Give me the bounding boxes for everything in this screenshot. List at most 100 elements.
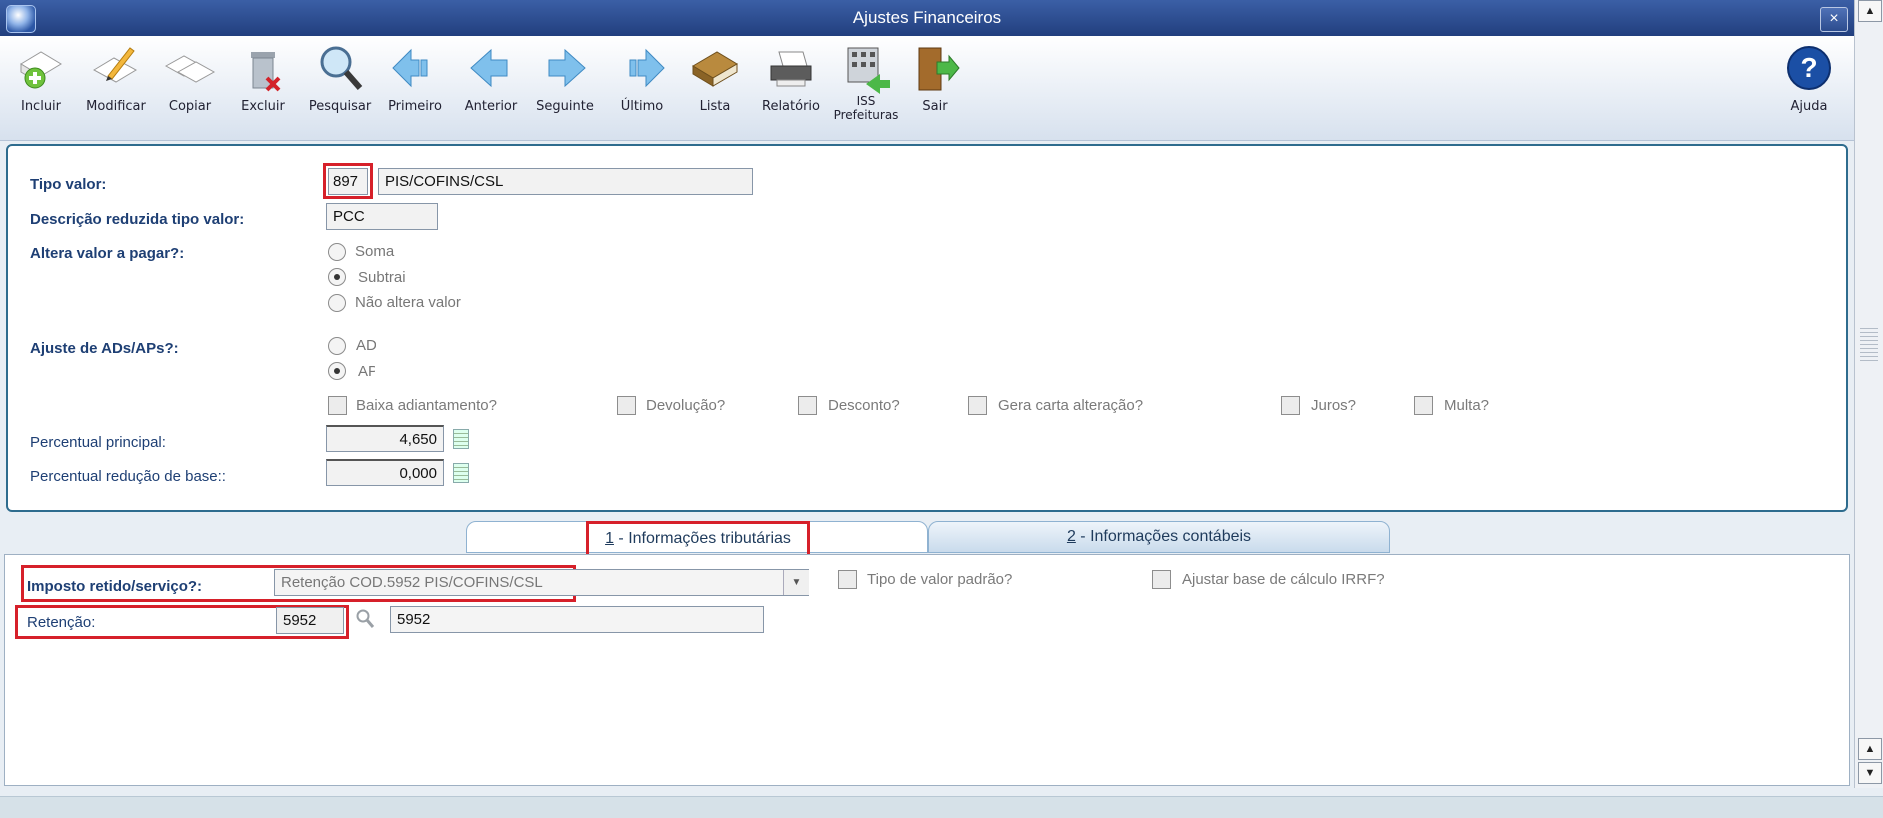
radio-ad[interactable] <box>328 337 346 355</box>
checkbox-desconto-label: Desconto? <box>828 397 900 414</box>
building-icon <box>847 47 890 94</box>
chevron-down-icon[interactable]: ▼ <box>783 570 809 595</box>
relatorio-button[interactable]: Relatório <box>752 44 830 134</box>
tipo-valor-description-field: PIS/COFINS/CSL <box>378 168 753 195</box>
iss-prefeituras-label: ISS Prefeituras <box>833 94 899 122</box>
svg-text:?: ? <box>1800 52 1817 83</box>
tab-2-label: - Informações contábeis <box>1075 528 1252 545</box>
pesquisar-label: Pesquisar <box>308 99 372 114</box>
tab-informacoes-contabeis[interactable]: 2 - Informações contábeis <box>928 521 1390 553</box>
primeiro-label: Primeiro <box>388 99 442 114</box>
radio-subtrai-label: Subtrai <box>358 269 406 286</box>
next-arrow-icon <box>548 48 586 88</box>
last-arrow-icon <box>629 48 665 88</box>
tab-1-label: - Informações tributárias <box>613 530 791 547</box>
retencao-description-field: 5952 <box>390 606 764 633</box>
ultimo-label: Último <box>620 99 664 114</box>
ajuste-ads-label: Ajuste de ADs/APs?: <box>30 340 179 357</box>
descricao-reduzida-input[interactable]: PCC <box>326 203 438 230</box>
calculator-icon[interactable] <box>453 463 469 483</box>
checkbox-devolucao[interactable] <box>617 396 636 415</box>
window-title: Ajustes Financeiros <box>852 8 1002 27</box>
incluir-button[interactable]: Incluir <box>2 44 80 134</box>
copy-documents-icon <box>164 55 216 83</box>
ajuda-label: Ajuda <box>1790 99 1828 114</box>
tab-2-key: 2 <box>1066 528 1076 545</box>
retencao-label: Retenção: <box>27 614 96 631</box>
radio-nao-altera[interactable] <box>328 294 346 312</box>
lista-label: Lista <box>699 99 731 114</box>
checkbox-multa[interactable] <box>1414 396 1433 415</box>
sair-button[interactable]: Sair <box>896 44 974 134</box>
close-button[interactable]: × <box>1820 7 1848 32</box>
percentual-reducao-input[interactable]: 0,000 <box>326 459 444 486</box>
lookup-search-icon[interactable] <box>355 608 375 630</box>
copiar-label: Copiar <box>168 99 212 114</box>
percentual-principal-label: Percentual principal: <box>30 434 166 451</box>
vertical-scrollbar[interactable]: ▲ ▲ ▼ <box>1854 0 1883 788</box>
pesquisar-button[interactable]: Pesquisar <box>301 44 379 134</box>
checkbox-devolucao-label: Devolução? <box>646 397 726 414</box>
tab-1-highlight[interactable]: 1 - Informações tributárias <box>586 521 810 557</box>
sair-label: Sair <box>922 99 948 114</box>
checkbox-juros[interactable] <box>1281 396 1300 415</box>
seguinte-button[interactable]: Seguinte <box>526 44 604 134</box>
checkbox-multa-label: Multa? <box>1444 397 1490 414</box>
relatorio-label: Relatório <box>762 99 820 114</box>
percentual-reducao-label: Percentual redução de base:: <box>30 468 226 485</box>
printer-icon <box>770 51 812 87</box>
copiar-button[interactable]: Copiar <box>151 44 229 134</box>
status-bar <box>0 796 1883 818</box>
excluir-label: Excluir <box>241 99 285 114</box>
calculator-icon[interactable] <box>453 429 469 449</box>
ultimo-button[interactable]: Último <box>603 44 681 134</box>
radio-nao-altera-label: Não altera valor <box>355 294 461 311</box>
primeiro-button[interactable]: Primeiro <box>376 44 454 134</box>
ajuda-button[interactable]: ? Ajuda <box>1770 44 1848 134</box>
checkbox-desconto[interactable] <box>798 396 817 415</box>
imposto-retido-label: Imposto retido/serviço?: <box>27 578 203 595</box>
book-list-icon <box>692 51 738 87</box>
radio-ad-label: AD <box>356 337 376 354</box>
modificar-button[interactable]: Modificar <box>77 44 155 134</box>
magnifier-icon <box>320 46 363 90</box>
edit-document-icon <box>92 47 138 83</box>
tab-1-key: 1 <box>605 530 614 547</box>
seguinte-label: Seguinte <box>536 99 594 114</box>
checkbox-gera-carta[interactable] <box>968 396 987 415</box>
altera-valor-label: Altera valor a pagar?: <box>30 245 185 262</box>
main-form-panel <box>6 144 1848 512</box>
radio-subtrai[interactable] <box>328 268 346 286</box>
radio-soma[interactable] <box>328 243 346 261</box>
incluir-label: Incluir <box>20 99 62 114</box>
checkbox-gera-carta-label: Gera carta alteração? <box>998 397 1144 414</box>
checkbox-ajustar-base[interactable] <box>1152 570 1171 589</box>
tipo-valor-code-input[interactable]: 897 <box>328 168 368 195</box>
scroll-grip[interactable] <box>1860 328 1878 364</box>
trash-delete-icon <box>251 52 281 92</box>
radio-ap-label: AP <box>358 363 375 380</box>
excluir-button[interactable]: Excluir <box>224 44 302 134</box>
help-question-icon: ? <box>1787 46 1831 90</box>
checkbox-tipo-valor-padrao-label: Tipo de valor padrão? <box>867 571 1013 588</box>
retencao-code-input[interactable]: 5952 <box>276 607 344 634</box>
imposto-retido-select[interactable]: Retenção COD.5952 PIS/COFINS/CSL <box>274 569 809 596</box>
first-arrow-icon <box>392 48 428 88</box>
scroll-up-arrow-icon[interactable]: ▲ <box>1858 0 1882 22</box>
checkbox-tipo-valor-padrao[interactable] <box>838 570 857 589</box>
checkbox-juros-label: Juros? <box>1311 397 1357 414</box>
scroll-up-arrow-icon[interactable]: ▲ <box>1858 738 1882 760</box>
iss-prefeituras-button[interactable]: ISS Prefeituras <box>827 44 905 134</box>
add-document-icon <box>20 51 62 89</box>
exit-door-icon <box>918 47 960 91</box>
percentual-principal-input[interactable]: 4,650 <box>326 425 444 452</box>
radio-soma-label: Soma <box>355 243 395 260</box>
checkbox-baixa-adiantamento[interactable] <box>328 396 347 415</box>
radio-ap[interactable] <box>328 362 346 380</box>
previous-arrow-icon <box>470 48 508 88</box>
lista-button[interactable]: Lista <box>676 44 754 134</box>
anterior-label: Anterior <box>464 99 518 114</box>
anterior-button[interactable]: Anterior <box>452 44 530 134</box>
scroll-down-arrow-icon[interactable]: ▼ <box>1858 762 1882 784</box>
tipo-valor-label: Tipo valor: <box>30 176 107 193</box>
